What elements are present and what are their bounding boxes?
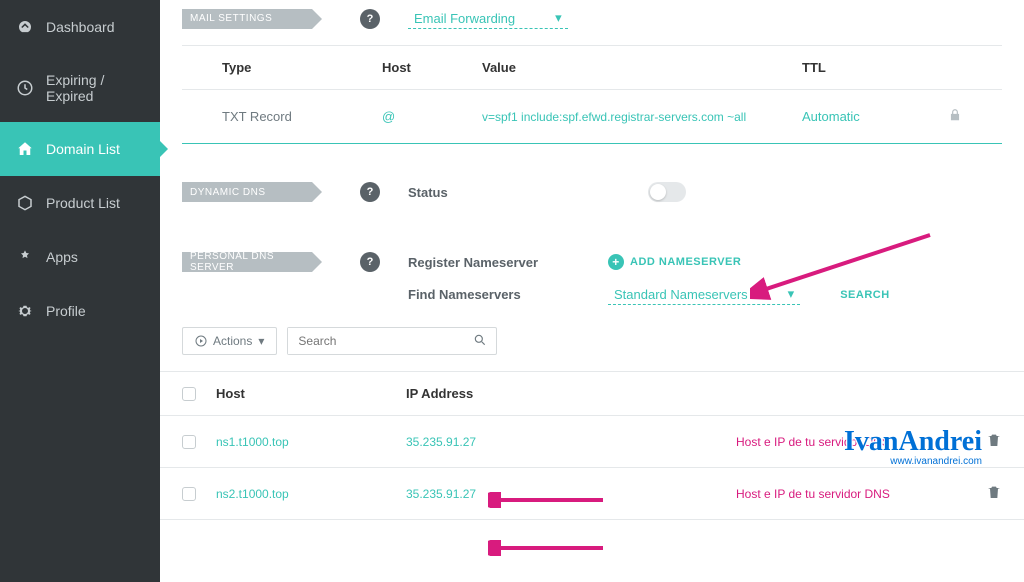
row-checkbox[interactable] (182, 487, 196, 501)
dynamic-dns-section: DYNAMIC DNS ? Status (160, 174, 1024, 210)
sidebar-item-label: Dashboard (46, 19, 115, 35)
personal-dns-section: PERSONAL DNS SERVER ? Register Nameserve… (160, 246, 1024, 278)
apps-icon (16, 248, 34, 266)
actions-button[interactable]: Actions ▾ (182, 327, 277, 355)
sidebar-item-apps[interactable]: Apps (0, 230, 160, 284)
dynamic-dns-toggle[interactable] (648, 182, 686, 202)
main-content: MAIL SETTINGS ? Email Forwarding ▾ Type … (160, 0, 1024, 582)
status-label: Status (408, 185, 448, 200)
add-nameserver-button[interactable]: + ADD NAMESERVER (608, 254, 741, 270)
dropdown-label: Standard Nameservers (614, 287, 748, 302)
search-nameservers-button[interactable]: SEARCH (840, 289, 889, 301)
search-box (287, 327, 497, 355)
help-icon[interactable]: ? (360, 9, 380, 29)
play-icon (195, 335, 207, 347)
find-nameservers-label: Find Nameservers (408, 287, 608, 302)
th-type: Type (222, 60, 382, 75)
sidebar-item-product-list[interactable]: Product List (0, 176, 160, 230)
caret-down-icon: ▾ (258, 334, 264, 348)
sidebar-item-domain-list[interactable]: Domain List (0, 122, 160, 176)
add-nameserver-label: ADD NAMESERVER (630, 256, 741, 268)
watermark: IvanAndrei www.ivanandrei.com (844, 428, 982, 467)
delete-button[interactable] (986, 484, 1002, 503)
td-type: TXT Record (222, 109, 382, 124)
ns-ip: 35.235.91.27 (406, 487, 566, 501)
sidebar-item-label: Expiring / Expired (46, 72, 144, 104)
email-forwarding-dropdown[interactable]: Email Forwarding ▾ (408, 8, 568, 29)
dynamic-dns-tag: DYNAMIC DNS (182, 182, 312, 202)
row-checkbox[interactable] (182, 435, 196, 449)
th-ttl: TTL (802, 60, 892, 75)
sidebar-item-label: Profile (46, 303, 86, 319)
search-input[interactable] (288, 328, 463, 354)
plus-icon: + (608, 254, 624, 270)
th-host: Host (216, 386, 406, 401)
actions-label: Actions (213, 334, 252, 348)
standard-nameservers-dropdown[interactable]: Standard Nameservers ▾ (608, 284, 800, 305)
clock-icon (16, 79, 34, 97)
sidebar-item-label: Product List (46, 195, 120, 211)
ns-ip: 35.235.91.27 (406, 435, 566, 449)
caret-down-icon: ▾ (555, 10, 562, 26)
house-icon (16, 140, 34, 158)
table-row: TXT Record @ v=spf1 include:spf.efwd.reg… (182, 90, 1002, 144)
th-ip: IP Address (406, 386, 566, 401)
ns-host: ns1.t1000.top (216, 435, 406, 449)
box-icon (16, 194, 34, 212)
td-ttl: Automatic (802, 109, 892, 124)
sidebar-item-label: Apps (46, 249, 78, 265)
mail-settings-tag: MAIL SETTINGS (182, 9, 312, 29)
sidebar-item-dashboard[interactable]: Dashboard (0, 0, 160, 54)
annotation-text: Host e IP de tu servidor DNS (736, 487, 890, 501)
nameserver-table-header: Host IP Address (160, 371, 1024, 416)
arrow-annotation-icon (488, 540, 608, 556)
lock-icon (892, 108, 962, 125)
sidebar-item-expiring[interactable]: Expiring / Expired (0, 54, 160, 122)
sidebar-item-profile[interactable]: Profile (0, 284, 160, 338)
watermark-name: IvanAndrei (844, 428, 982, 456)
search-icon[interactable] (463, 333, 497, 350)
help-icon[interactable]: ? (360, 182, 380, 202)
dns-records-table: Type Host Value TTL TXT Record @ v=spf1 … (182, 45, 1002, 144)
ns-host: ns2.t1000.top (216, 487, 406, 501)
sidebar-item-label: Domain List (46, 141, 120, 157)
select-all-checkbox[interactable] (182, 387, 196, 401)
help-icon[interactable]: ? (360, 252, 380, 272)
ns-toolbar: Actions ▾ (160, 311, 1024, 371)
personal-dns-tag: PERSONAL DNS SERVER (182, 252, 312, 272)
table-header: Type Host Value TTL (182, 45, 1002, 90)
delete-button[interactable] (986, 432, 1002, 451)
td-host: @ (382, 109, 482, 124)
sidebar: Dashboard Expiring / Expired Domain List… (0, 0, 160, 582)
find-nameservers-row: Find Nameservers Standard Nameservers ▾ … (160, 278, 1024, 311)
register-nameserver-label: Register Nameserver (408, 255, 608, 270)
nameserver-row: ns2.t1000.top 35.235.91.27 Host e IP de … (160, 468, 1024, 520)
gauge-icon (16, 18, 34, 36)
mail-settings-section: MAIL SETTINGS ? Email Forwarding ▾ (160, 0, 1024, 37)
watermark-url: www.ivanandrei.com (844, 456, 982, 467)
td-value: v=spf1 include:spf.efwd.registrar-server… (482, 110, 802, 124)
caret-down-icon: ▾ (788, 286, 795, 302)
dropdown-label: Email Forwarding (414, 11, 515, 26)
th-host: Host (382, 60, 482, 75)
gear-icon (16, 302, 34, 320)
th-value: Value (482, 60, 802, 75)
